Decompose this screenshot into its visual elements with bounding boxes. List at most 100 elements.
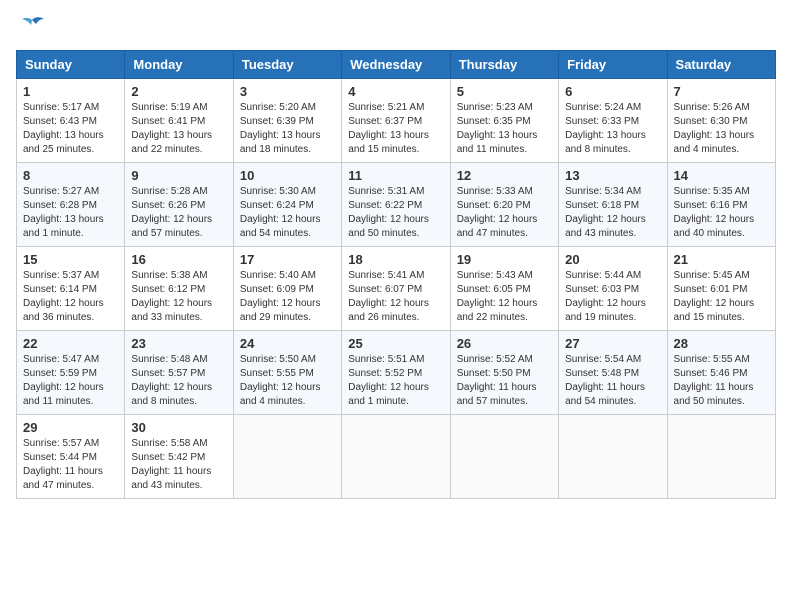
calendar-cell: 7Sunrise: 5:26 AMSunset: 6:30 PMDaylight… bbox=[667, 79, 775, 163]
cell-info: Sunrise: 5:45 AMSunset: 6:01 PMDaylight:… bbox=[674, 269, 769, 325]
cell-info: Sunrise: 5:17 AMSunset: 6:43 PMDaylight:… bbox=[23, 101, 118, 157]
cell-info: Sunrise: 5:38 AMSunset: 6:12 PMDaylight:… bbox=[131, 269, 226, 325]
calendar-cell: 1 Sunrise: 5:17 AMSunset: 6:43 PMDaylight… bbox=[17, 79, 125, 163]
cell-info: Sunrise: 5:34 AMSunset: 6:18 PMDaylight:… bbox=[565, 185, 660, 241]
calendar-cell: 4 Sunrise: 5:21 AMSunset: 6:37 PMDaylight… bbox=[342, 79, 450, 163]
calendar-cell: 22 Sunrise: 5:47 AMSunset: 5:59 PMDayligh… bbox=[17, 331, 125, 415]
calendar-cell: 18 Sunrise: 5:41 AMSunset: 6:07 PMDayligh… bbox=[342, 247, 450, 331]
day-number: 7 bbox=[674, 84, 769, 99]
calendar-cell: 15Sunrise: 5:37 AMSunset: 6:14 PMDayligh… bbox=[17, 247, 125, 331]
day-number: 3 bbox=[240, 84, 335, 99]
calendar-cell: 20 Sunrise: 5:44 AMSunset: 6:03 PMDayligh… bbox=[559, 247, 667, 331]
calendar-cell: 24 Sunrise: 5:50 AMSunset: 5:55 PMDayligh… bbox=[233, 331, 341, 415]
calendar-week-row: 8 Sunrise: 5:27 AMSunset: 6:28 PMDaylight… bbox=[17, 163, 776, 247]
calendar-cell: 12 Sunrise: 5:33 AMSunset: 6:20 PMDayligh… bbox=[450, 163, 558, 247]
cell-info: Sunrise: 5:31 AMSunset: 6:22 PMDaylight:… bbox=[348, 185, 443, 241]
day-number: 23 bbox=[131, 336, 226, 351]
cell-info: Sunrise: 5:20 AMSunset: 6:39 PMDaylight:… bbox=[240, 101, 335, 157]
day-number: 6 bbox=[565, 84, 660, 99]
day-number: 12 bbox=[457, 168, 552, 183]
calendar-cell bbox=[342, 415, 450, 499]
day-number: 13 bbox=[565, 168, 660, 183]
day-number: 8 bbox=[23, 168, 118, 183]
day-number: 4 bbox=[348, 84, 443, 99]
cell-info: Sunrise: 5:27 AMSunset: 6:28 PMDaylight:… bbox=[23, 185, 118, 241]
calendar-cell: 13 Sunrise: 5:34 AMSunset: 6:18 PMDayligh… bbox=[559, 163, 667, 247]
calendar-cell: 21 Sunrise: 5:45 AMSunset: 6:01 PMDayligh… bbox=[667, 247, 775, 331]
day-of-week-header: Monday bbox=[125, 51, 233, 79]
calendar-cell: 29 Sunrise: 5:57 AMSunset: 5:44 PMDayligh… bbox=[17, 415, 125, 499]
calendar-week-row: 15Sunrise: 5:37 AMSunset: 6:14 PMDayligh… bbox=[17, 247, 776, 331]
day-number: 22 bbox=[23, 336, 118, 351]
cell-info: Sunrise: 5:35 AMSunset: 6:16 PMDaylight:… bbox=[674, 185, 769, 241]
calendar-cell: 27 Sunrise: 5:54 AMSunset: 5:48 PMDayligh… bbox=[559, 331, 667, 415]
day-of-week-header: Friday bbox=[559, 51, 667, 79]
day-number: 14 bbox=[674, 168, 769, 183]
calendar-cell: 25 Sunrise: 5:51 AMSunset: 5:52 PMDayligh… bbox=[342, 331, 450, 415]
cell-info: Sunrise: 5:21 AMSunset: 6:37 PMDaylight:… bbox=[348, 101, 443, 157]
calendar-cell: 9Sunrise: 5:28 AMSunset: 6:26 PMDaylight… bbox=[125, 163, 233, 247]
cell-info: Sunrise: 5:57 AMSunset: 5:44 PMDaylight:… bbox=[23, 437, 118, 493]
cell-info: Sunrise: 5:24 AMSunset: 6:33 PMDaylight:… bbox=[565, 101, 660, 157]
day-number: 10 bbox=[240, 168, 335, 183]
day-number: 20 bbox=[565, 252, 660, 267]
day-number: 24 bbox=[240, 336, 335, 351]
calendar-cell: 8 Sunrise: 5:27 AMSunset: 6:28 PMDaylight… bbox=[17, 163, 125, 247]
cell-info: Sunrise: 5:40 AMSunset: 6:09 PMDaylight:… bbox=[240, 269, 335, 325]
cell-info: Sunrise: 5:47 AMSunset: 5:59 PMDaylight:… bbox=[23, 353, 118, 409]
calendar-cell bbox=[233, 415, 341, 499]
calendar-header-row: SundayMondayTuesdayWednesdayThursdayFrid… bbox=[17, 51, 776, 79]
day-number: 5 bbox=[457, 84, 552, 99]
cell-info: Sunrise: 5:30 AMSunset: 6:24 PMDaylight:… bbox=[240, 185, 335, 241]
cell-info: Sunrise: 5:52 AMSunset: 5:50 PMDaylight:… bbox=[457, 353, 552, 409]
calendar-cell: 17 Sunrise: 5:40 AMSunset: 6:09 PMDayligh… bbox=[233, 247, 341, 331]
day-number: 19 bbox=[457, 252, 552, 267]
cell-info: Sunrise: 5:54 AMSunset: 5:48 PMDaylight:… bbox=[565, 353, 660, 409]
day-number: 26 bbox=[457, 336, 552, 351]
calendar-cell: 3 Sunrise: 5:20 AMSunset: 6:39 PMDaylight… bbox=[233, 79, 341, 163]
cell-info: Sunrise: 5:41 AMSunset: 6:07 PMDaylight:… bbox=[348, 269, 443, 325]
day-number: 21 bbox=[674, 252, 769, 267]
calendar-cell bbox=[667, 415, 775, 499]
day-number: 11 bbox=[348, 168, 443, 183]
day-number: 18 bbox=[348, 252, 443, 267]
cell-info: Sunrise: 5:23 AMSunset: 6:35 PMDaylight:… bbox=[457, 101, 552, 157]
day-of-week-header: Wednesday bbox=[342, 51, 450, 79]
day-of-week-header: Sunday bbox=[17, 51, 125, 79]
cell-info: Sunrise: 5:37 AMSunset: 6:14 PMDaylight:… bbox=[23, 269, 118, 325]
cell-info: Sunrise: 5:19 AMSunset: 6:41 PMDaylight:… bbox=[131, 101, 226, 157]
day-of-week-header: Tuesday bbox=[233, 51, 341, 79]
cell-info: Sunrise: 5:48 AMSunset: 5:57 PMDaylight:… bbox=[131, 353, 226, 409]
day-number: 29 bbox=[23, 420, 118, 435]
calendar-cell: 2 Sunrise: 5:19 AMSunset: 6:41 PMDaylight… bbox=[125, 79, 233, 163]
calendar-cell: 6 Sunrise: 5:24 AMSunset: 6:33 PMDaylight… bbox=[559, 79, 667, 163]
cell-info: Sunrise: 5:33 AMSunset: 6:20 PMDaylight:… bbox=[457, 185, 552, 241]
cell-info: Sunrise: 5:51 AMSunset: 5:52 PMDaylight:… bbox=[348, 353, 443, 409]
day-number: 16 bbox=[131, 252, 226, 267]
cell-info: Sunrise: 5:50 AMSunset: 5:55 PMDaylight:… bbox=[240, 353, 335, 409]
day-number: 2 bbox=[131, 84, 226, 99]
cell-info: Sunrise: 5:43 AMSunset: 6:05 PMDaylight:… bbox=[457, 269, 552, 325]
calendar-cell: 19 Sunrise: 5:43 AMSunset: 6:05 PMDayligh… bbox=[450, 247, 558, 331]
calendar-cell: 26 Sunrise: 5:52 AMSunset: 5:50 PMDayligh… bbox=[450, 331, 558, 415]
logo bbox=[16, 16, 48, 38]
calendar-cell: 16 Sunrise: 5:38 AMSunset: 6:12 PMDayligh… bbox=[125, 247, 233, 331]
cell-info: Sunrise: 5:44 AMSunset: 6:03 PMDaylight:… bbox=[565, 269, 660, 325]
calendar-week-row: 22 Sunrise: 5:47 AMSunset: 5:59 PMDayligh… bbox=[17, 331, 776, 415]
day-of-week-header: Saturday bbox=[667, 51, 775, 79]
calendar-week-row: 1 Sunrise: 5:17 AMSunset: 6:43 PMDaylight… bbox=[17, 79, 776, 163]
day-number: 25 bbox=[348, 336, 443, 351]
calendar-cell bbox=[450, 415, 558, 499]
calendar-cell: 5 Sunrise: 5:23 AMSunset: 6:35 PMDaylight… bbox=[450, 79, 558, 163]
day-number: 27 bbox=[565, 336, 660, 351]
calendar-cell: 30Sunrise: 5:58 AMSunset: 5:42 PMDayligh… bbox=[125, 415, 233, 499]
calendar-table: SundayMondayTuesdayWednesdayThursdayFrid… bbox=[16, 50, 776, 499]
day-number: 30 bbox=[131, 420, 226, 435]
logo-text bbox=[16, 16, 48, 38]
cell-info: Sunrise: 5:28 AMSunset: 6:26 PMDaylight:… bbox=[131, 185, 226, 241]
cell-info: Sunrise: 5:55 AMSunset: 5:46 PMDaylight:… bbox=[674, 353, 769, 409]
day-number: 1 bbox=[23, 84, 118, 99]
calendar-cell: 10 Sunrise: 5:30 AMSunset: 6:24 PMDayligh… bbox=[233, 163, 341, 247]
day-number: 17 bbox=[240, 252, 335, 267]
calendar-cell: 28Sunrise: 5:55 AMSunset: 5:46 PMDayligh… bbox=[667, 331, 775, 415]
